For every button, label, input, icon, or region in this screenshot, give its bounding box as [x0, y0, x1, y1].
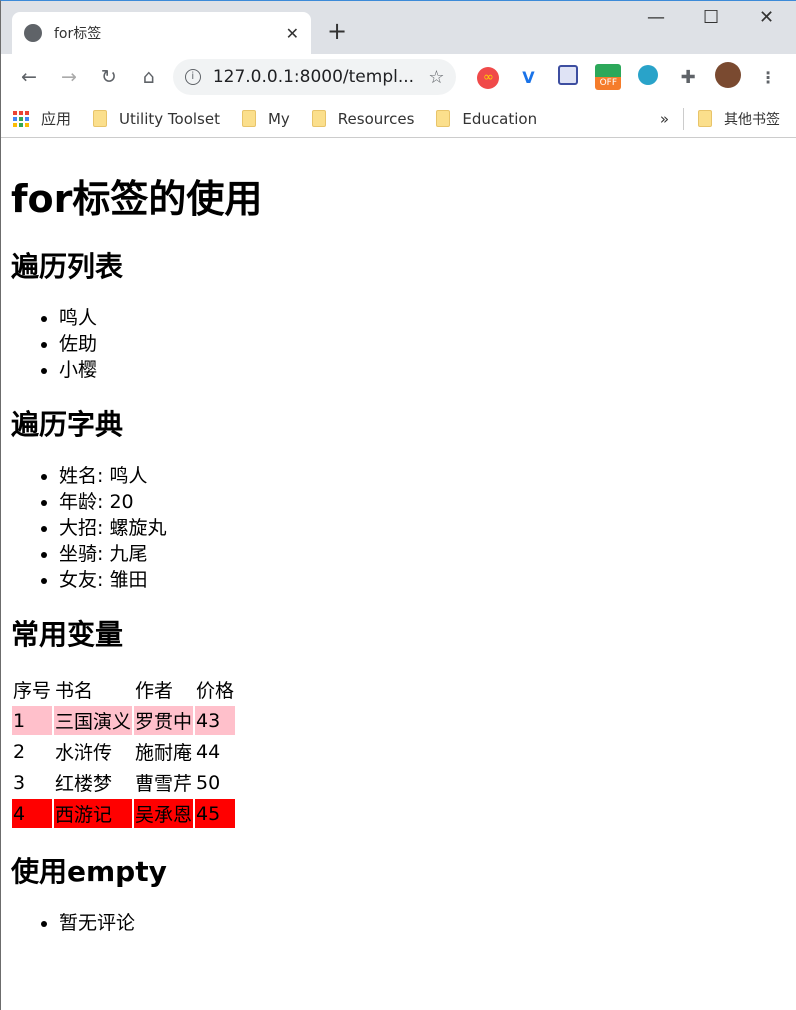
extension-window-icon[interactable]	[548, 65, 588, 89]
section-heading: 使用empty	[11, 855, 167, 888]
profile-avatar[interactable]	[708, 62, 748, 92]
table-cell: 3	[13, 771, 26, 794]
apps-grid-icon	[13, 110, 29, 127]
forward-button[interactable]: →	[49, 66, 89, 88]
globe-icon	[24, 24, 42, 42]
section-heading: 常用变量	[11, 618, 124, 651]
page-content: for标签的使用 遍历列表 鸣人 佐助 小樱 遍历字典 姓名: 鸣人 年龄: 2…	[1, 138, 796, 960]
bookmark-folder[interactable]: Education	[436, 110, 537, 128]
bookmark-label: Utility Toolset	[119, 109, 220, 128]
new-tab-button[interactable]: +	[327, 17, 347, 45]
minimize-button[interactable]: —	[647, 7, 665, 28]
reload-button[interactable]: ↻	[89, 66, 129, 88]
bookmark-folder[interactable]: My	[241, 109, 290, 128]
extension-off-icon[interactable]: OFF	[588, 64, 628, 90]
maximize-button[interactable]: ☐	[703, 7, 719, 28]
section-heading: 遍历字典	[11, 408, 124, 441]
menu-icon[interactable]: ⋮	[748, 68, 788, 87]
list-item: 女友: 雏田	[59, 567, 786, 593]
header-cell: 作者	[135, 680, 174, 702]
bookmark-label: Education	[462, 109, 538, 128]
list-item: 坐骑: 九尾	[59, 541, 786, 567]
browser-tab[interactable]: for标签 ✕	[12, 12, 311, 54]
folder-icon	[698, 110, 712, 127]
bookmark-label: My	[267, 109, 290, 128]
tab-strip: for标签 ✕ + — ☐ ✕	[1, 1, 796, 54]
url-text: 127.0.0.1:8000/templ...	[212, 67, 415, 87]
divider	[683, 107, 684, 130]
list-item: 年龄: 20	[59, 489, 786, 515]
table-cell: 红楼梦	[55, 773, 113, 795]
table-cell: 吴承恩	[134, 799, 194, 828]
list: 鸣人 佐助 小樱	[11, 305, 786, 383]
bookmarks-overflow-button[interactable]: »	[660, 110, 669, 128]
bookmark-label: 应用	[41, 110, 72, 128]
folder-icon	[436, 110, 451, 127]
address-bar[interactable]: i 127.0.0.1:8000/templ... ☆	[172, 59, 457, 95]
list-item: 姓名: 鸣人	[59, 463, 786, 489]
list-item: 暂无评论	[59, 910, 786, 936]
table-row: 4 西游记 吴承恩 45	[12, 799, 236, 828]
bookmark-label: 其他书签	[724, 111, 780, 128]
bookmark-label: Resources	[337, 109, 415, 128]
table-cell: 45	[195, 799, 236, 828]
table-cell: 罗贯中	[134, 706, 194, 735]
list-item: 佐助	[59, 331, 786, 357]
list-item: 鸣人	[59, 305, 786, 331]
table-row: 2 水浒传 施耐庵 44	[12, 737, 235, 766]
bookmarks-bar: 应用 Utility Toolset My Resources Educatio…	[1, 100, 796, 138]
list-item: 大招: 螺旋丸	[59, 515, 786, 541]
extension-infinity-icon[interactable]: ∞	[468, 66, 508, 89]
dict-list: 姓名: 鸣人 年龄: 20 大招: 螺旋丸 坐骑: 九尾 女友: 雏田	[11, 463, 786, 593]
table-cell: 三国演义	[54, 706, 133, 735]
table-cell: 西游记	[54, 799, 133, 828]
table-cell: 50	[196, 771, 221, 794]
empty-list: 暂无评论	[11, 910, 786, 936]
list-item: 小樱	[59, 357, 786, 383]
header-cell: 价格	[196, 680, 235, 702]
bookmark-folder[interactable]: Utility Toolset	[93, 110, 220, 128]
table-cell: 曹雪芹	[135, 773, 193, 795]
table-cell: 施耐庵	[135, 742, 193, 764]
close-window-button[interactable]: ✕	[759, 7, 774, 28]
table-cell: 水浒传	[55, 742, 113, 764]
table-header-row: 序号 书名 作者 价格	[12, 675, 235, 704]
table-cell: 43	[195, 706, 236, 735]
folder-icon	[311, 110, 326, 127]
table-row: 3 红楼梦 曹雪芹 50	[12, 768, 235, 797]
table-cell: 4	[12, 799, 53, 828]
page-title: for标签的使用	[11, 177, 263, 221]
back-button[interactable]: ←	[9, 66, 49, 88]
folder-icon	[93, 110, 108, 127]
bookmark-apps[interactable]: 应用	[13, 108, 71, 129]
table-row: 1 三国演义 罗贯中 43	[12, 706, 236, 735]
other-bookmarks[interactable]: 其他书签	[698, 109, 780, 129]
extension-bowl-icon[interactable]	[628, 65, 668, 89]
books-table: 序号 书名 作者 价格 1 三国演义 罗贯中 43 2 水浒传 施耐庵 44 3 红楼梦 曹雪芹 50…	[10, 673, 237, 830]
section-heading: 遍历列表	[11, 250, 124, 283]
extensions-puzzle-icon[interactable]: ✚	[668, 67, 708, 88]
tab-title: for标签	[54, 26, 102, 42]
toolbar: ← → ↻ ⌂ i 127.0.0.1:8000/templ... ☆ ∞ V …	[1, 54, 796, 100]
table-cell: 1	[12, 706, 53, 735]
close-tab-icon[interactable]: ✕	[286, 24, 299, 43]
bookmark-star-icon[interactable]: ☆	[428, 67, 444, 88]
folder-icon	[241, 110, 256, 127]
extension-v-icon[interactable]: V	[508, 68, 548, 87]
bookmark-folder[interactable]: Resources	[311, 109, 415, 128]
info-icon[interactable]: i	[184, 69, 201, 85]
header-cell: 书名	[55, 680, 94, 702]
table-cell: 44	[196, 740, 221, 763]
header-cell: 序号	[13, 680, 52, 702]
home-button[interactable]: ⌂	[129, 66, 169, 88]
table-cell: 2	[13, 740, 26, 763]
